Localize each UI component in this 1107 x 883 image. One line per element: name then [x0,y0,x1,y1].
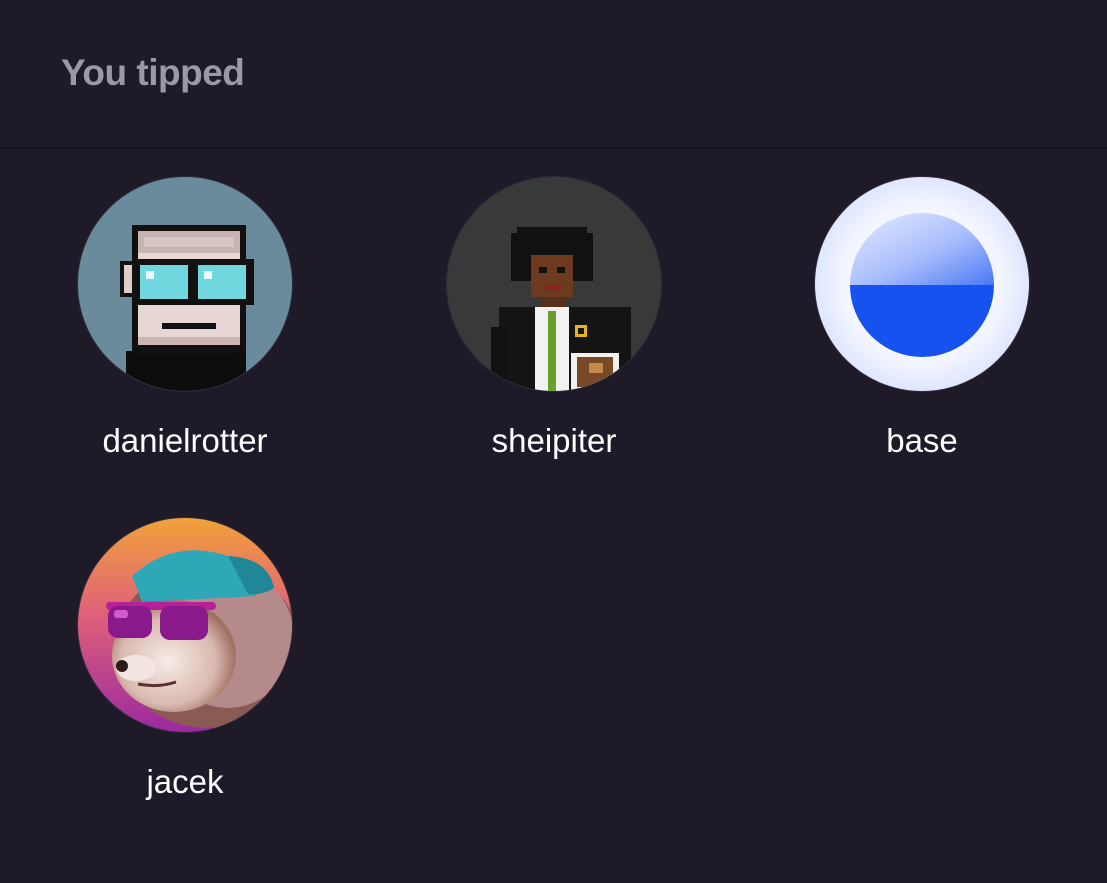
user-card-jacek[interactable]: jacek [56,518,316,818]
tipped-users-grid: danielrotter sheipiter base jacek [0,0,1107,883]
username-label: sheipiter [491,422,617,459]
user-card-base[interactable]: base [793,177,1053,477]
username-label: jacek [146,763,224,800]
user-card-danielrotter[interactable]: danielrotter [56,177,316,477]
pixel-suit-avatar-icon[interactable] [447,177,661,391]
base-logo-icon[interactable] [815,177,1029,391]
user-card-sheipiter[interactable]: sheipiter [425,177,685,477]
username-label: base [886,422,958,459]
pixel-glasses-avatar-icon[interactable] [78,177,292,391]
username-label: danielrotter [102,422,268,459]
hedgehog-avatar-icon[interactable] [78,518,292,732]
